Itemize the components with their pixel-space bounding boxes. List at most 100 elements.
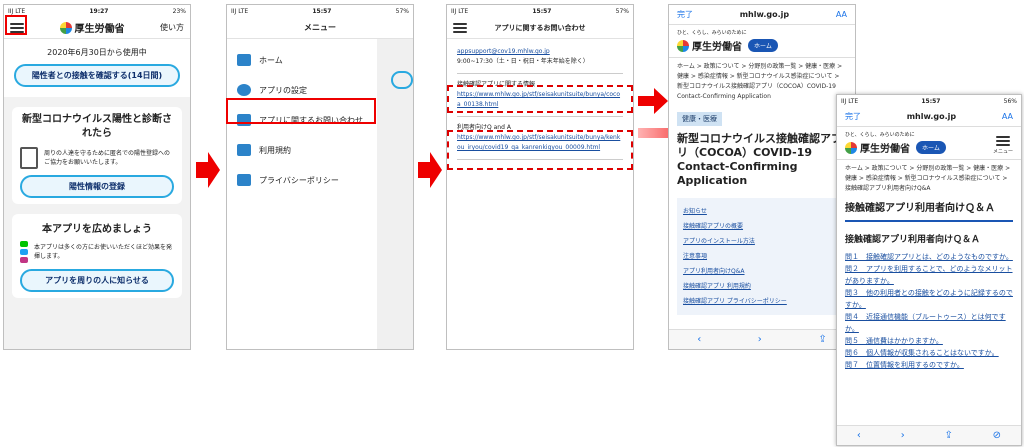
support-hours: 9:00~17:30（土・日・祝日・年末年始を除く） (457, 58, 589, 65)
compass-icon[interactable]: ⊘ (993, 430, 1001, 441)
gear-icon (237, 84, 251, 96)
phone-screen-contact: IIJ LTE 15:57 57% アプリに関するお問い合わせ appsuppo… (446, 4, 634, 350)
share-icon[interactable]: ⇪ (818, 334, 826, 345)
battery: 23% (172, 7, 186, 15)
hamburger-menu-icon[interactable] (453, 22, 467, 33)
page-heading: 新型コロナウイルス接触確認アプリ（COCOA）COVID-19 Contact-… (677, 132, 842, 187)
forward-icon[interactable]: › (901, 430, 905, 441)
page-link-terms[interactable]: 接触確認アプリ 利用規約 (683, 279, 841, 294)
share-icon[interactable]: ⇪ (944, 430, 952, 441)
clock: 19:27 (89, 7, 109, 15)
mhlw-logo: 厚生労働省 (845, 140, 910, 155)
site-header: ひと、くらし、みらいのために 厚生労働省 ホーム メニュー (837, 127, 1021, 159)
url-domain[interactable]: mhlw.go.jp (907, 112, 956, 121)
logo-mark-icon (677, 39, 689, 52)
page-link-news[interactable]: お知らせ (683, 204, 841, 219)
section-heading: 接触確認アプリ利用者向けＱ＆Ａ (845, 235, 981, 245)
clipboard-icon (20, 147, 38, 169)
share-app-button[interactable]: アプリを周りの人に知らせる (20, 269, 174, 292)
question-link[interactable]: 問６ 個人情報が収集されることはないですか。 (845, 347, 1013, 359)
question-link[interactable]: 問１ 接触確認アプリとは、どのようなものですか。 (845, 251, 1013, 263)
tagline: ひと、くらし、みらいのために (845, 132, 915, 138)
page-body: 接触確認アプリ利用者向けＱ＆Ａ 接触確認アプリ利用者向けＱ＆Ａ 問１ 接触確認ア… (837, 202, 1021, 371)
clock: 15:57 (921, 97, 941, 105)
arrow-right-icon (638, 88, 668, 114)
contact-header: アプリに関するお問い合わせ (447, 17, 633, 39)
menu-item-terms[interactable]: 利用規約 (227, 135, 377, 165)
question-link[interactable]: 問７ 位置情報を利用するのですか。 (845, 359, 1013, 371)
text-size-button[interactable]: AA (836, 10, 847, 19)
done-button[interactable]: 完了 (677, 9, 693, 20)
check-section: 2020年6月30日から使用中 陽性者との接触を確認する(14日間) (4, 39, 190, 97)
status-bar: IIJ LTE 15:57 57% (447, 5, 633, 17)
positive-card-title: 新型コロナウイルス陽性と診断されたら (22, 114, 172, 139)
done-button[interactable]: 完了 (845, 111, 861, 122)
register-positive-button[interactable]: 陽性情報の登録 (20, 175, 174, 198)
safari-address-bar: 完了 mhlw.go.jp AA (669, 5, 855, 25)
text-size-button[interactable]: AA (1002, 112, 1013, 121)
menu-item-privacy[interactable]: プライバシーポリシー (227, 165, 377, 195)
breadcrumb: ホーム > 政策について > 分野別の政策一覧 > 健康・医療 > 健康 > 感… (669, 57, 855, 106)
highlight-qa-link (447, 130, 633, 170)
carrier: IIJ LTE (451, 7, 469, 15)
highlight-info-link (447, 85, 633, 113)
back-icon[interactable]: ‹ (697, 334, 701, 345)
mhlw-logo: 厚生労働省 (677, 38, 742, 53)
clock: 15:57 (312, 7, 332, 15)
home-icon (237, 54, 251, 66)
battery: 57% (395, 7, 409, 15)
page-heading: 接触確認アプリ利用者向けＱ＆Ａ (845, 202, 1013, 222)
page-link-install[interactable]: アプリのインストール方法 (683, 234, 841, 249)
menu-item-home[interactable]: ホーム (227, 45, 377, 75)
home-button[interactable]: ホーム (916, 141, 946, 154)
site-menu-button[interactable]: メニュー (993, 136, 1013, 155)
share-card: 本アプリを広めましょう 本アプリは多くの方にお使いいただくほど効果を発揮します。… (12, 214, 182, 298)
question-link[interactable]: 問５ 通信費はかかりますか。 (845, 335, 1013, 347)
page-link-overview[interactable]: 接触確認アプリの概要 (683, 219, 841, 234)
social-icons (20, 241, 28, 263)
home-button[interactable]: ホーム (748, 39, 778, 52)
url-domain[interactable]: mhlw.go.jp (740, 10, 789, 19)
question-link[interactable]: 問３ 他の利用者との接触をどのように記録するのですか。 (845, 287, 1013, 311)
line-icon (20, 241, 28, 247)
carrier: IIJ LTE (8, 7, 26, 15)
document-icon (237, 144, 251, 156)
support-email-link[interactable]: appsupport@cov19.mhlw.go.jp (457, 47, 623, 57)
page-link-qa[interactable]: アプリ利用者向けQ&A (683, 264, 841, 279)
arrow-right-icon (196, 152, 220, 188)
phone-screen-cocoa-page: 完了 mhlw.go.jp AA ひと、くらし、みらいのために 厚生労働省 ホー… (668, 4, 856, 350)
share-card-text: 本アプリは多くの方にお使いいただくほど効果を発揮します。 (34, 244, 173, 260)
back-icon[interactable]: ‹ (857, 430, 861, 441)
positive-card: 新型コロナウイルス陽性と診断されたら 周りの人達を守るために匿名での陽性登録への… (12, 107, 182, 204)
highlight-contact-menu (226, 98, 376, 124)
page-links: お知らせ 接触確認アプリの概要 アプリのインストール方法 注意事項 アプリ利用者… (677, 198, 847, 315)
question-link[interactable]: 問２ アプリを利用することで、どのようなメリットがありますか。 (845, 263, 1013, 287)
safari-address-bar: 完了 mhlw.go.jp AA (837, 107, 1021, 127)
clock: 15:57 (532, 7, 552, 15)
carrier: IIJ LTE (841, 97, 859, 105)
highlight-hamburger (5, 15, 27, 35)
battery: 57% (615, 7, 629, 15)
share-card-title: 本アプリを広めましょう (42, 224, 152, 235)
help-link[interactable]: 使い方 (160, 22, 184, 33)
app-header: 厚生労働省 使い方 (4, 17, 190, 39)
twitter-icon (20, 249, 28, 255)
page-body: 健康・医療 新型コロナウイルス接触確認アプリ（COCOA）COVID-19 Co… (669, 106, 855, 315)
page-link-notes[interactable]: 注意事項 (683, 249, 841, 264)
page-link-privacy[interactable]: 接触確認アプリ プライバシーポリシー (683, 294, 841, 309)
question-link[interactable]: 問４ 近接通信機能（ブルートゥース）とは何ですか。 (845, 311, 1013, 335)
forward-icon[interactable]: › (758, 334, 762, 345)
logo-mark-icon (59, 21, 72, 34)
background-app (377, 39, 413, 349)
status-bar: IIJ LTE 15:57 57% (227, 5, 413, 17)
phone-screen-menu: IIJ LTE 15:57 57% メニュー ホーム アプリの設定 アプリに関す… (226, 4, 414, 350)
check-contact-button[interactable]: 陽性者との接触を確認する(14日間) (14, 64, 180, 87)
status-bar: IIJ LTE 15:57 56% (837, 95, 1021, 107)
instagram-icon (20, 257, 28, 263)
battery: 56% (1003, 97, 1017, 105)
phone-screen-home: IIJ LTE 19:27 23% 厚生労働省 使い方 2020年6月30日から… (3, 4, 191, 350)
breadcrumb: ホーム > 政策について > 分野別の政策一覧 > 健康・医療 > 健康 > 感… (837, 159, 1021, 198)
carrier: IIJ LTE (231, 7, 249, 15)
document-icon (237, 174, 251, 186)
mhlw-logo: 厚生労働省 (59, 20, 125, 35)
